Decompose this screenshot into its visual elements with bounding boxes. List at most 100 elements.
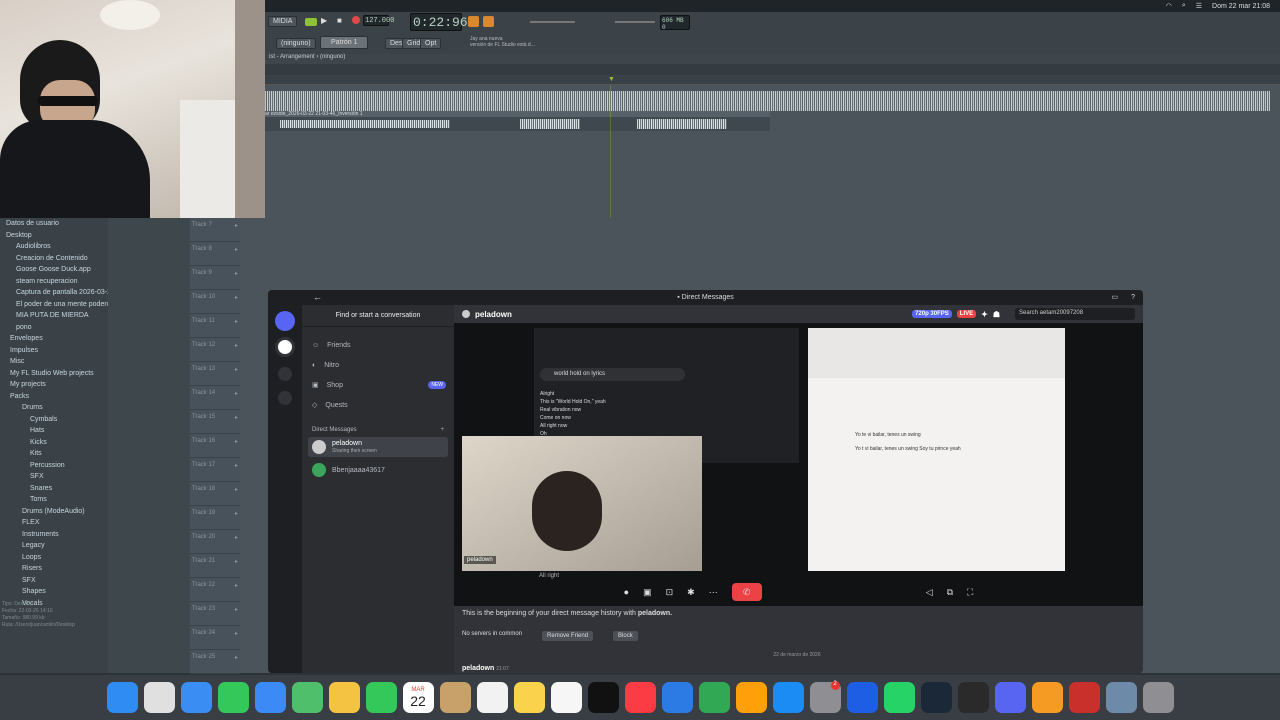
camera-icon[interactable]: ▣ xyxy=(643,587,652,598)
browser-item[interactable]: Hats xyxy=(0,425,108,437)
track-header[interactable]: Track 23 ▸ xyxy=(190,602,240,626)
help-icon[interactable]: ? xyxy=(1131,290,1135,305)
fullscreen-icon[interactable]: ⛶ xyxy=(967,587,973,598)
track-header[interactable]: Track 12 ▸ xyxy=(190,338,240,362)
track-arrow-icon[interactable]: ▸ xyxy=(235,390,238,405)
track-arrow-icon[interactable]: ▸ xyxy=(235,438,238,453)
finder-icon[interactable] xyxy=(106,682,138,713)
browser-item[interactable]: pono xyxy=(0,322,108,334)
tv-icon[interactable] xyxy=(587,682,619,713)
track-arrow-icon[interactable]: ▸ xyxy=(235,558,238,573)
browser-item[interactable]: Toms xyxy=(0,494,108,506)
track-arrow-icon[interactable]: ▸ xyxy=(235,342,238,357)
play-icon[interactable]: ▶ xyxy=(321,16,327,25)
maps-icon[interactable] xyxy=(291,682,323,713)
track-arrow-icon[interactable]: ▸ xyxy=(235,270,238,285)
contacts-icon[interactable] xyxy=(439,682,471,713)
photo-booth-icon[interactable] xyxy=(1068,682,1100,713)
track-header[interactable]: Track 9 ▸ xyxy=(190,266,240,290)
track-arrow-icon[interactable]: ▸ xyxy=(235,318,238,333)
browser-item[interactable]: Risers xyxy=(0,563,108,575)
discord-icon[interactable] xyxy=(994,682,1026,713)
chat-search-input[interactable]: Search aetam20097208 xyxy=(1015,308,1135,320)
browser-item[interactable]: Kicks xyxy=(0,437,108,449)
block-button[interactable]: Block xyxy=(613,631,638,641)
launchpad-icon[interactable] xyxy=(143,682,175,713)
pages-icon[interactable] xyxy=(735,682,767,713)
obs-icon[interactable] xyxy=(957,682,989,713)
track-header[interactable]: Track 7 ▸ xyxy=(190,218,240,242)
track-header[interactable]: Track 22 ▸ xyxy=(190,578,240,602)
music-icon[interactable] xyxy=(624,682,656,713)
track-header[interactable]: Track 21 ▸ xyxy=(190,554,240,578)
mode-label[interactable]: MIDIA xyxy=(268,16,298,27)
channel-select[interactable]: (ninguno) xyxy=(276,38,316,49)
arrangement-header[interactable]: ist - Arrangement › (ninguno) xyxy=(265,54,1280,64)
search-icon[interactable]: ⌕ xyxy=(1182,2,1186,10)
browser-item[interactable]: Legacy xyxy=(0,540,108,552)
metronome-icon[interactable] xyxy=(468,16,479,27)
browser-item[interactable]: My projects xyxy=(0,379,108,391)
keynote-icon[interactable] xyxy=(661,682,693,713)
track-header[interactable]: Track 15 ▸ xyxy=(190,410,240,434)
remove-friend-button[interactable]: Remove Friend xyxy=(542,631,594,641)
browser-item[interactable]: Datos de usuario xyxy=(0,218,108,230)
browser-item[interactable]: Impulses xyxy=(0,345,108,357)
browser-item[interactable]: Packs xyxy=(0,391,108,403)
nav-shop[interactable]: ▣ Shop NEW xyxy=(302,375,454,395)
audio-clip-full[interactable] xyxy=(265,91,1270,111)
volume-icon[interactable]: ◁ xyxy=(926,587,933,598)
track-arrow-icon[interactable]: ▸ xyxy=(235,606,238,621)
browser-item[interactable]: Snares xyxy=(0,483,108,495)
track-arrow-icon[interactable]: ▸ xyxy=(235,294,238,309)
timeline-ruler[interactable]: ▼ xyxy=(265,75,1280,85)
track-arrow-icon[interactable]: ▸ xyxy=(235,366,238,381)
system-settings-icon[interactable]: 2 xyxy=(809,681,841,713)
browser-item[interactable]: SFX xyxy=(0,471,108,483)
browser-item[interactable]: Captura de pantalla 2026-03-22 xyxy=(0,287,108,299)
nav-friends[interactable]: ☺ Friends xyxy=(302,335,454,355)
reminders-icon[interactable] xyxy=(476,682,508,713)
freeform-icon[interactable] xyxy=(550,682,582,713)
whatsapp-icon[interactable] xyxy=(883,682,915,713)
pattern-song-toggle[interactable] xyxy=(305,18,317,26)
notes-icon[interactable] xyxy=(513,682,545,713)
browser-item[interactable]: Shapes xyxy=(0,586,108,598)
wifi-icon[interactable]: ◠ xyxy=(1166,2,1172,10)
add-dm-icon[interactable]: + xyxy=(440,427,444,433)
calendar-icon[interactable]: MAR 22 xyxy=(402,682,434,713)
screen-share-view[interactable]: world hold on lyrics Alright This is "Wo… xyxy=(454,323,1143,606)
discord-home-icon[interactable] xyxy=(275,311,295,331)
master-pitch-slider[interactable] xyxy=(615,21,655,23)
activities-icon[interactable]: ✱ xyxy=(687,587,695,598)
more-icon[interactable]: ⋯ xyxy=(709,587,718,598)
facetime-icon[interactable] xyxy=(365,682,397,713)
track-header[interactable]: Track 19 ▸ xyxy=(190,506,240,530)
disconnect-button[interactable]: ✆ xyxy=(731,583,762,601)
pattern-select[interactable]: Patrón 1 xyxy=(320,36,369,49)
browser-item[interactable]: Envelopes xyxy=(0,333,108,345)
browser-item[interactable]: El poder de una mente poderosa xyxy=(0,299,108,311)
track-arrow-icon[interactable]: ▸ xyxy=(235,222,238,237)
track-header[interactable]: Track 14 ▸ xyxy=(190,386,240,410)
browser-item[interactable]: Cymbals xyxy=(0,414,108,426)
browser-item[interactable]: Audiolibros xyxy=(0,241,108,253)
audio-clip-partial[interactable] xyxy=(265,117,770,131)
track-header[interactable]: Track 24 ▸ xyxy=(190,626,240,650)
browser-item[interactable]: Instruments xyxy=(0,529,108,541)
find-conversation-button[interactable]: Find or start a conversation xyxy=(302,305,454,327)
dm-item-peladown[interactable]: peladown Sharing their screen xyxy=(308,437,448,457)
track-header[interactable]: Track 8 ▸ xyxy=(190,242,240,266)
browser-item[interactable]: Loops xyxy=(0,552,108,564)
browser-item[interactable]: Kits xyxy=(0,448,108,460)
playhead-marker[interactable]: ▼ xyxy=(608,76,615,83)
dm-item-bbenjaaaa[interactable]: Bbenjaaaa43617 xyxy=(308,461,448,479)
server-icon[interactable] xyxy=(275,337,295,357)
mail-icon[interactable] xyxy=(254,682,286,713)
photos-icon[interactable] xyxy=(328,682,360,713)
track-arrow-icon[interactable]: ▸ xyxy=(235,414,238,429)
browser-item[interactable]: Drums (ModeAudio) xyxy=(0,506,108,518)
browser-item[interactable]: Percussion xyxy=(0,460,108,472)
microphone-icon[interactable]: ● xyxy=(624,587,629,597)
track-arrow-icon[interactable]: ▸ xyxy=(235,630,238,645)
